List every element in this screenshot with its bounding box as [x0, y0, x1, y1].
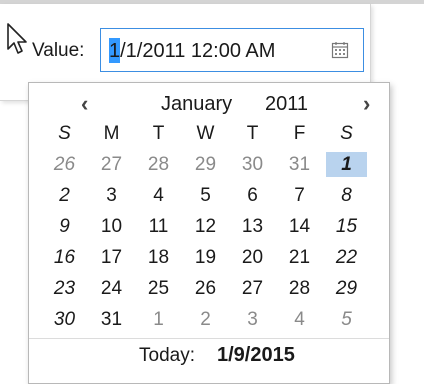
day-cell[interactable]: 2 — [185, 307, 226, 332]
day-cell[interactable]: 18 — [138, 245, 179, 270]
day-cell[interactable]: 31 — [279, 152, 320, 177]
day-cell[interactable]: 4 — [138, 183, 179, 208]
weekday-header: W — [196, 123, 215, 144]
day-cell[interactable]: 21 — [279, 245, 320, 270]
weekday-header: S — [340, 123, 353, 144]
day-cell[interactable]: 3 — [232, 307, 273, 332]
day-cell[interactable]: 5 — [326, 307, 367, 332]
day-cell[interactable]: 29 — [326, 276, 367, 301]
day-cell[interactable]: 25 — [138, 276, 179, 301]
weekday-header: S — [58, 123, 71, 144]
day-cell[interactable]: 14 — [279, 214, 320, 239]
date-time-input[interactable]: 1/1/2011 12:00 AM — [100, 28, 364, 72]
today-label[interactable]: Today: — [139, 345, 195, 367]
weekday-header: F — [293, 123, 306, 144]
date-time-value[interactable]: 1/1/2011 12:00 AM — [109, 40, 275, 63]
day-cell[interactable]: 24 — [91, 276, 132, 301]
day-cell[interactable]: 8 — [326, 183, 367, 208]
month-label[interactable]: January — [161, 93, 232, 116]
day-cell[interactable]: 10 — [91, 214, 132, 239]
day-cell[interactable]: 28 — [279, 276, 320, 301]
day-cell[interactable]: 4 — [279, 307, 320, 332]
day-cell[interactable]: 9 — [44, 214, 85, 239]
day-cell[interactable]: 13 — [232, 214, 273, 239]
next-month-button[interactable]: › — [363, 91, 370, 117]
day-cell[interactable]: 28 — [138, 152, 179, 177]
day-cell-selected[interactable]: 1 — [326, 152, 367, 177]
footer-divider — [29, 338, 389, 339]
weekday-header: M — [103, 123, 120, 144]
day-cell[interactable]: 17 — [91, 245, 132, 270]
previous-month-button[interactable]: ‹ — [81, 91, 88, 117]
day-cell[interactable]: 1 — [138, 307, 179, 332]
day-cell[interactable]: 23 — [44, 276, 85, 301]
day-cell[interactable]: 20 — [232, 245, 273, 270]
day-cell[interactable]: 22 — [326, 245, 367, 270]
day-cell[interactable]: 12 — [185, 214, 226, 239]
day-cell[interactable]: 31 — [91, 307, 132, 332]
day-cell[interactable]: 6 — [232, 183, 273, 208]
day-cell[interactable]: 2 — [44, 183, 85, 208]
value-label: Value: — [32, 40, 85, 61]
calendar-nav: ‹ January 2011 › — [29, 89, 389, 119]
day-cell[interactable]: 3 — [91, 183, 132, 208]
day-cell[interactable]: 5 — [185, 183, 226, 208]
day-cell[interactable]: 26 — [44, 152, 85, 177]
calendar-icon[interactable] — [331, 41, 349, 59]
calendar-popup: ‹ January 2011 › S M T W T F S 26 27 28 29 30 31 1 2 3 4… — [28, 82, 390, 384]
weekday-header: T — [246, 123, 259, 144]
day-cell[interactable]: 16 — [44, 245, 85, 270]
day-cell[interactable]: 29 — [185, 152, 226, 177]
weekday-header: T — [152, 123, 165, 144]
today-date[interactable]: 1/9/2015 — [217, 344, 295, 367]
day-cell[interactable]: 27 — [232, 276, 273, 301]
mouse-pointer-icon — [7, 23, 27, 54]
day-cell[interactable]: 7 — [279, 183, 320, 208]
day-cell[interactable]: 11 — [138, 214, 179, 239]
day-cell[interactable]: 27 — [91, 152, 132, 177]
day-cell[interactable]: 30 — [44, 307, 85, 332]
day-cell[interactable]: 30 — [232, 152, 273, 177]
day-cell[interactable]: 26 — [185, 276, 226, 301]
day-cell[interactable]: 15 — [326, 214, 367, 239]
day-cell[interactable]: 19 — [185, 245, 226, 270]
year-label[interactable]: 2011 — [265, 93, 308, 116]
